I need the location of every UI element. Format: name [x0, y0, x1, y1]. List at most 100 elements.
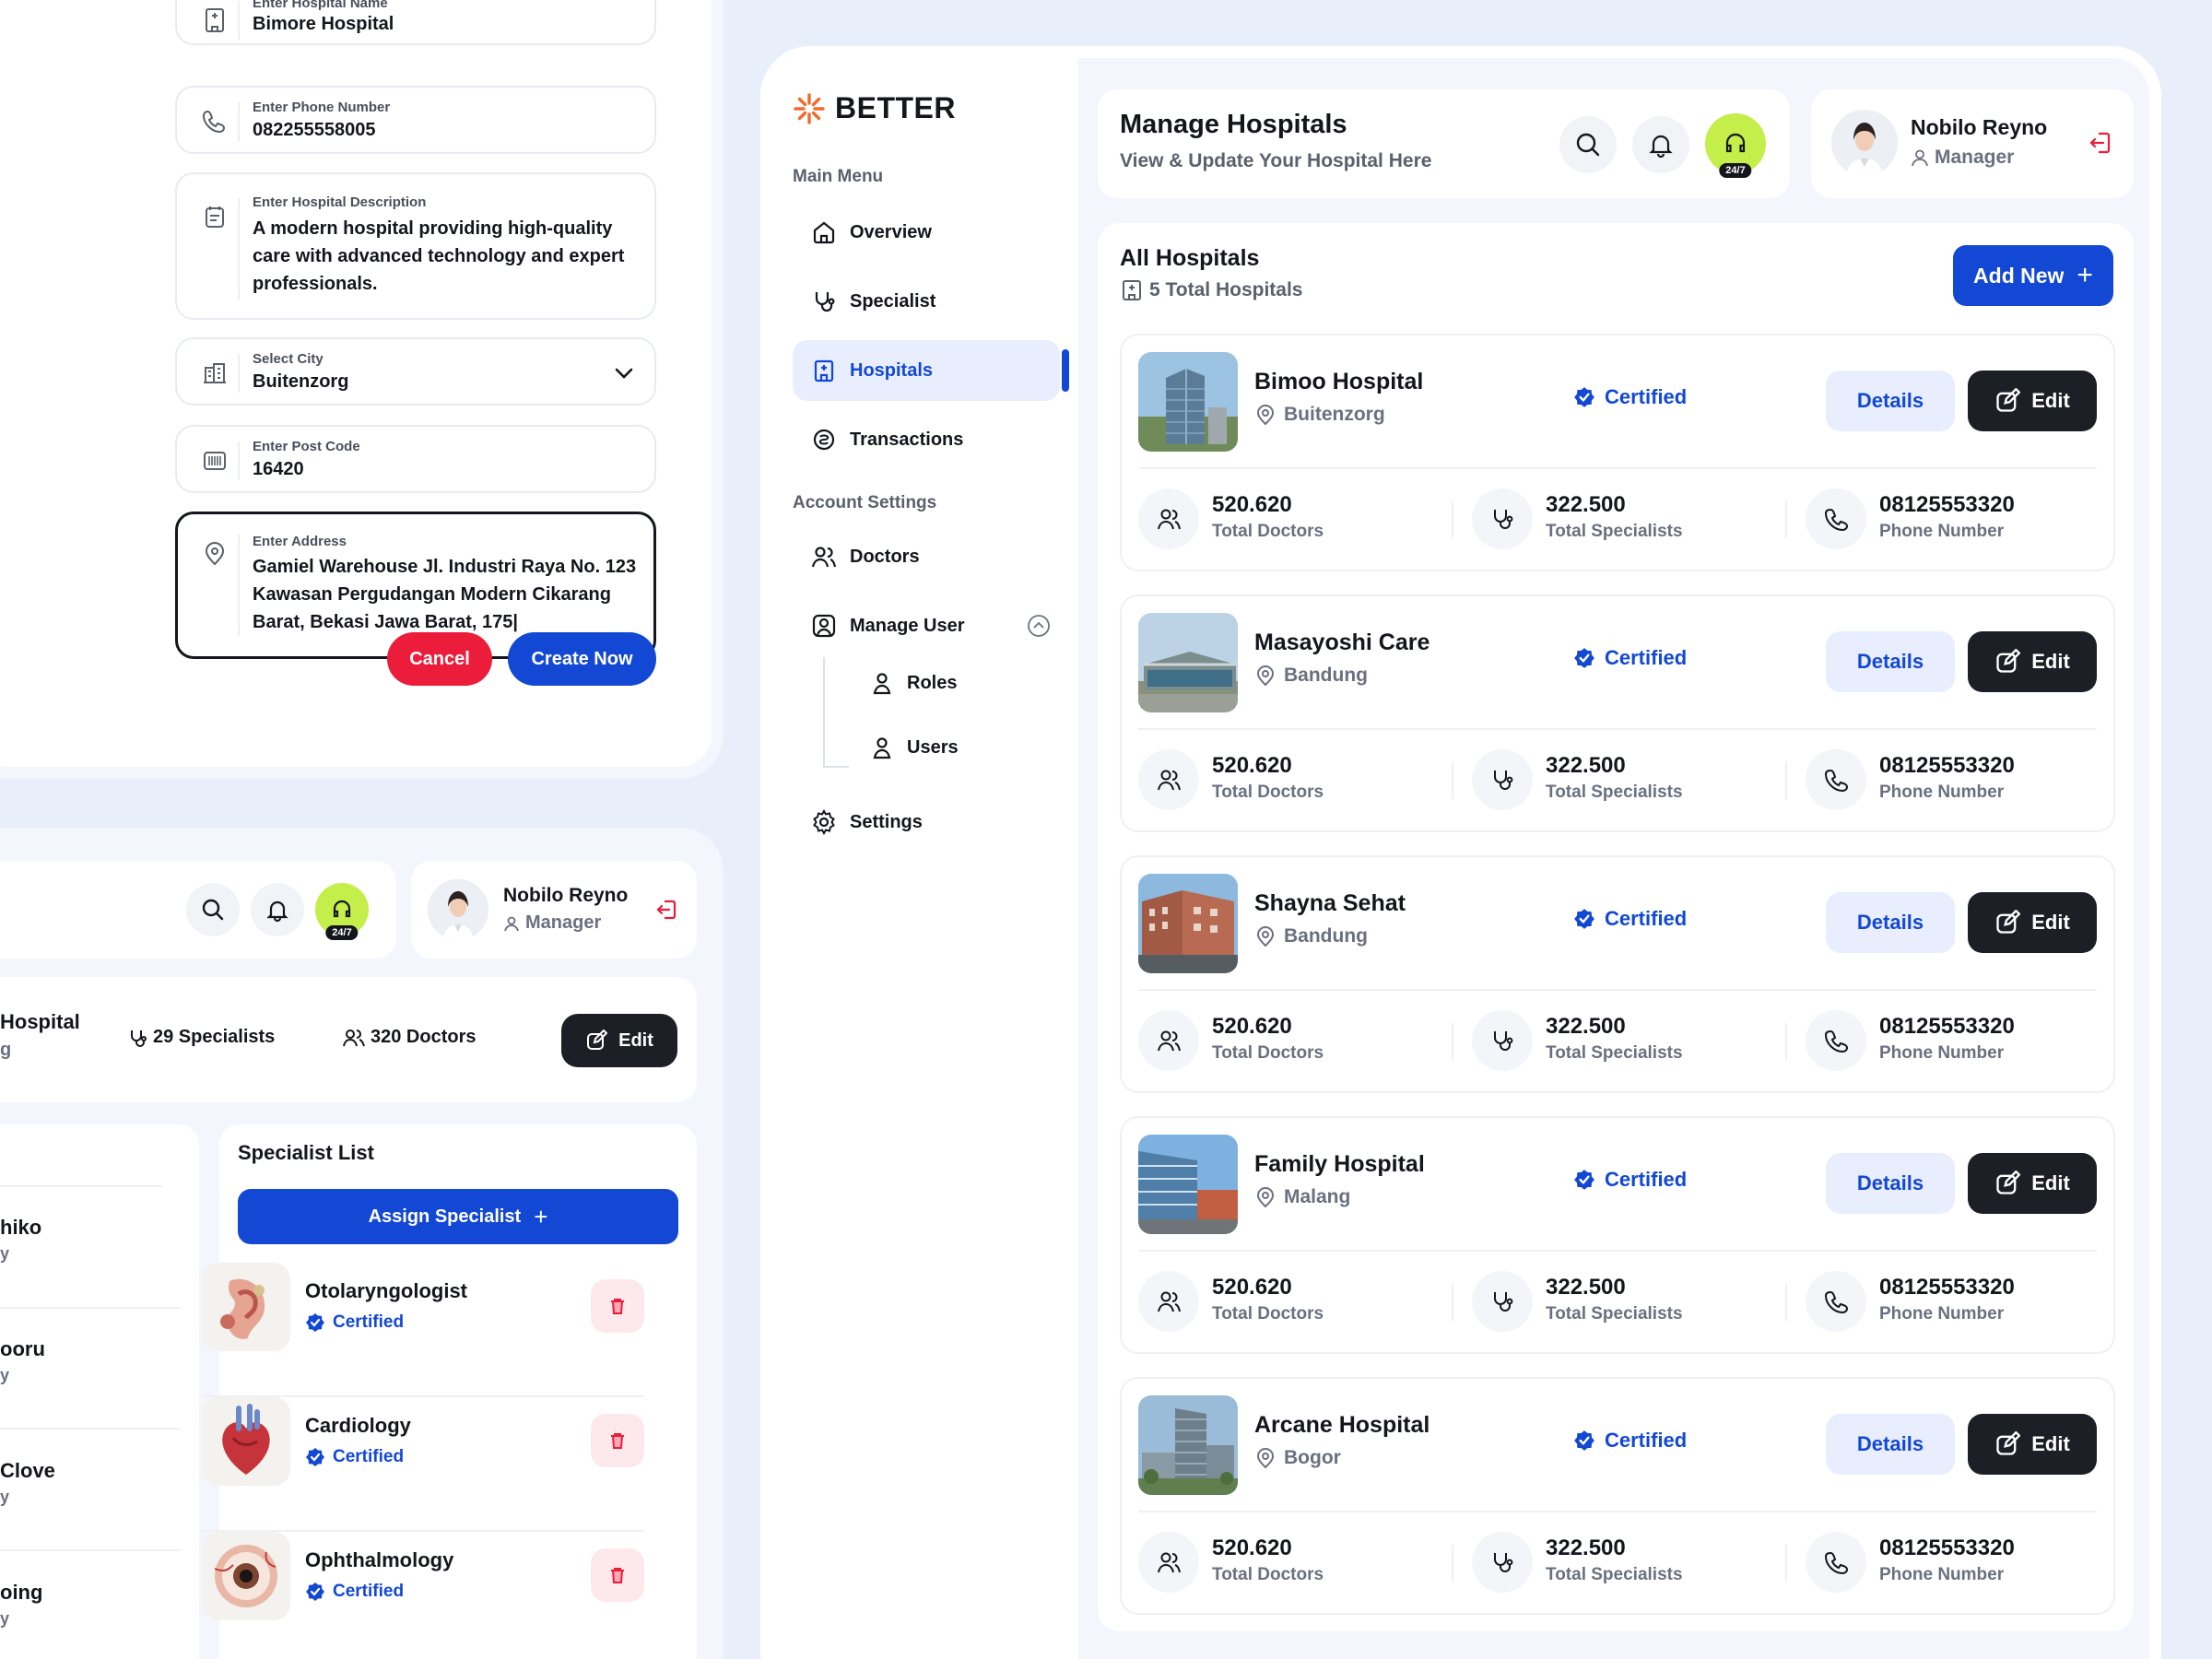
manage-user-icon [812, 614, 836, 638]
details-button[interactable]: Details [1826, 1153, 1955, 1214]
details-button[interactable]: Details [1826, 892, 1955, 953]
specialist-row[interactable]: Ophthalmology Certified [202, 1532, 644, 1659]
trash-icon [611, 1433, 624, 1449]
specialists-count: 29 Specialists [127, 1027, 275, 1048]
cancel-button[interactable]: Cancel [387, 632, 492, 686]
sidebar-item-overview[interactable]: Overview [793, 202, 1060, 263]
create-hospital-form-panel: Enter Hospital Name Bimore Hospital Ente… [0, 0, 724, 779]
logout-icon[interactable] [654, 898, 678, 922]
doctor-sub-2: y [0, 1366, 10, 1384]
specialist-row[interactable]: Cardiology Certified [202, 1397, 644, 1532]
assign-specialist-button[interactable]: Assign Specialist + [238, 1189, 678, 1244]
sidebar: BETTER Main Menu Overview Specialist Hos… [772, 58, 1078, 1659]
details-button[interactable]: Details [1826, 371, 1955, 431]
edit-button[interactable]: Edit [1968, 1153, 2097, 1214]
specialist-list-title: Specialist List [238, 1141, 374, 1164]
details-button[interactable]: Details [1826, 631, 1955, 692]
notification-button[interactable] [1632, 116, 1689, 173]
delete-specialist-button[interactable] [591, 1548, 644, 1602]
sidebar-item-doctors[interactable]: Doctors [793, 526, 1060, 587]
description-field[interactable]: Enter Hospital Description A modern hosp… [175, 172, 656, 320]
create-now-button[interactable]: Create Now [508, 632, 656, 686]
verified-icon [306, 1583, 324, 1601]
edit-icon [1996, 1431, 2021, 1455]
delete-specialist-button[interactable] [591, 1279, 644, 1333]
hospital-card: Shayna Sehat Bandung Certified Details E… [1120, 855, 2115, 1093]
edit-button[interactable]: Edit [1968, 631, 2097, 692]
edit-icon [587, 1030, 608, 1050]
specialist-row[interactable]: Otolaryngologist Certified [202, 1263, 644, 1397]
doctor-name-2: ooru [0, 1337, 45, 1360]
stethoscope-icon [1472, 1271, 1533, 1332]
page-header: Manage Hospitals View & Update Your Hosp… [1098, 89, 1790, 198]
edit-button[interactable]: Edit [1968, 371, 2097, 431]
city-select[interactable]: Select City Buitenzorg [175, 337, 656, 406]
hospital-name-value[interactable]: Bimore Hospital [253, 10, 394, 38]
doctors-icon [1138, 488, 1199, 549]
logout-icon[interactable] [2088, 130, 2113, 156]
verified-icon [1574, 909, 1594, 929]
hospital-city: Malang [1254, 1186, 1350, 1208]
edit-icon [1996, 388, 2021, 412]
description-line-2: care with advanced technology and expert [253, 246, 625, 266]
hospital-name: Bimoo Hospital [1254, 369, 1424, 394]
phone-icon [1806, 1532, 1866, 1593]
location-pin-icon [1256, 665, 1275, 687]
certified-badge: Certified [305, 1582, 404, 1602]
chevron-down-icon[interactable] [610, 359, 638, 387]
address-label: Enter Address [253, 534, 347, 549]
edit-button[interactable]: Edit [1968, 1414, 2097, 1475]
sidebar-item-roles[interactable]: Roles [852, 657, 1060, 709]
edit-button[interactable]: Edit [1968, 892, 2097, 953]
post-code-field[interactable]: Enter Post Code 16420 [175, 425, 656, 493]
stethoscope-icon [815, 292, 835, 312]
detail-user-card[interactable]: Nobilo Reyno Manager [411, 861, 697, 959]
location-pin-icon [1256, 926, 1275, 947]
sidebar-item-users[interactable]: Users [852, 722, 1060, 773]
edit-hospital-button[interactable]: Edit [561, 1014, 677, 1067]
bell-icon[interactable] [251, 883, 304, 936]
certified-badge: Certified [1573, 1168, 1687, 1192]
post-code-value[interactable]: 16420 [253, 455, 304, 483]
user-name: Nobilo Reyno [1911, 115, 2048, 139]
hospital-photo [1138, 613, 1238, 712]
search-button[interactable] [1559, 116, 1617, 173]
hospital-name-field[interactable]: Enter Hospital Name Bimore Hospital [175, 0, 656, 45]
sidebar-item-transactions[interactable]: Transactions [793, 409, 1060, 470]
city-value[interactable]: Buitenzorg [253, 368, 348, 395]
brand-logo[interactable]: BETTER [793, 91, 956, 125]
heart-anatomy-image [202, 1397, 290, 1486]
sidebar-item-specialist[interactable]: Specialist [793, 271, 1060, 332]
hospital-name: Arcane Hospital [1254, 1412, 1430, 1438]
chevron-up-icon[interactable] [1027, 614, 1051, 638]
details-button[interactable]: Details [1826, 1414, 1955, 1475]
page-subtitle: View & Update Your Hospital Here [1120, 150, 1432, 171]
search-icon [1576, 133, 1600, 157]
add-new-button[interactable]: Add New + [1953, 245, 2113, 306]
sidebar-item-settings[interactable]: Settings [793, 792, 1060, 853]
hospital-photo [1138, 1395, 1238, 1495]
doctors-icon [811, 547, 837, 568]
specialist-name: Otolaryngologist [305, 1279, 467, 1302]
bell-icon [1649, 135, 1673, 158]
support-button[interactable]: 24/7 [315, 883, 369, 940]
doctors-icon [1138, 1010, 1199, 1071]
user-role: Manager [1911, 147, 2014, 169]
search-icon[interactable] [186, 883, 240, 936]
phone-value[interactable]: 082255558005 [253, 116, 375, 144]
headset-icon [333, 900, 351, 918]
transactions-icon [813, 429, 835, 451]
doctor-sub-1: y [0, 1244, 10, 1263]
support-badge: 24/7 [1719, 163, 1752, 178]
phone-icon [1806, 488, 1866, 549]
sidebar-item-manage-user[interactable]: Manage User [793, 595, 1060, 656]
phone-field[interactable]: Enter Phone Number 082255558005 [175, 86, 656, 154]
address-line-3: Barat, Bekasi Jawa Barat, 175| [253, 612, 518, 632]
sidebar-item-hospitals[interactable]: Hospitals [793, 340, 1069, 401]
detail-header-actions: 24/7 [0, 861, 396, 959]
user-profile-card[interactable]: Nobilo Reyno Manager [1811, 89, 2134, 198]
support-button[interactable]: 24/7 [1705, 113, 1766, 178]
delete-specialist-button[interactable] [591, 1414, 644, 1467]
user-icon [504, 916, 519, 931]
phone-label: Enter Phone Number [253, 100, 391, 115]
